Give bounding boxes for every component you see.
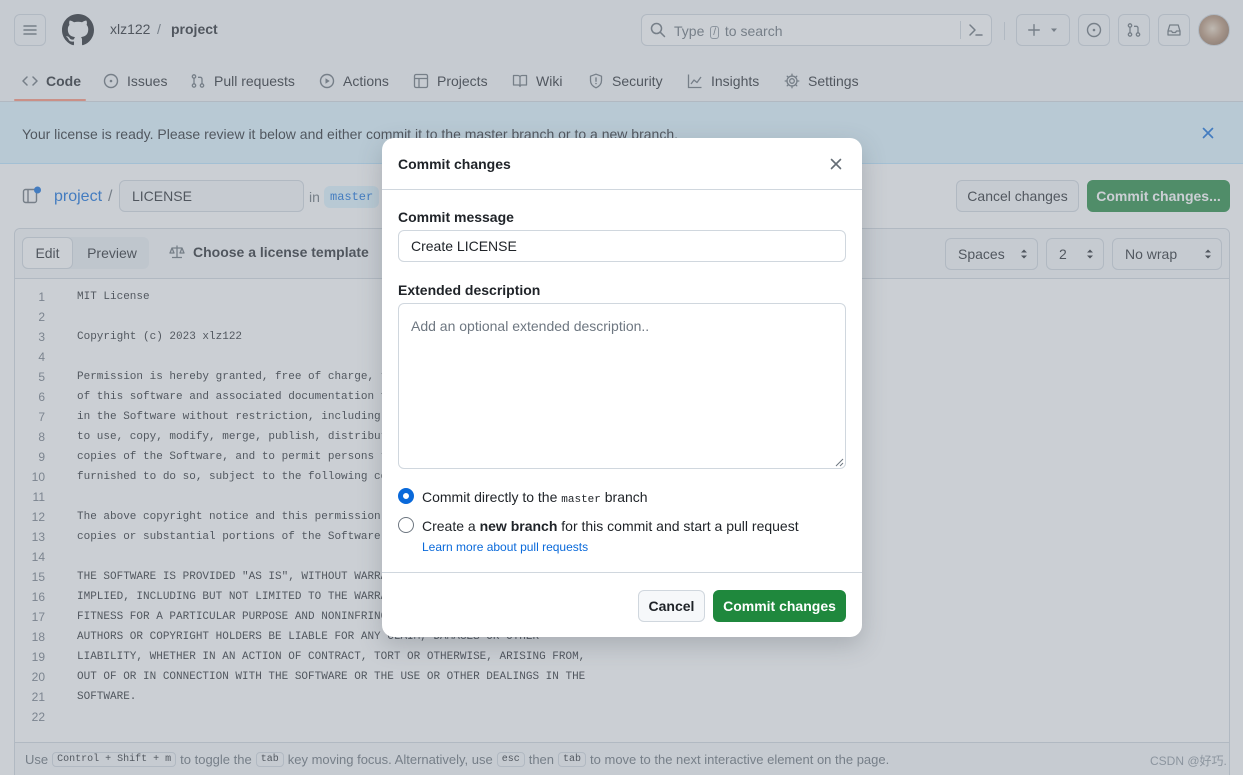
cancel-button[interactable]: Cancel xyxy=(638,590,705,622)
close-icon[interactable] xyxy=(828,156,844,172)
commit-changes-button[interactable]: Commit changes xyxy=(713,590,846,622)
learn-more-link[interactable]: Learn more about pull requests xyxy=(422,540,588,554)
extended-description-input[interactable] xyxy=(398,303,846,469)
dialog-footer: Cancel Commit changes xyxy=(382,572,862,637)
resize-handle-icon[interactable] xyxy=(835,458,844,467)
commit-dialog: Commit changes Commit message Extended d… xyxy=(382,138,862,637)
commit-directly-label[interactable]: Commit directly to the master branch xyxy=(422,489,648,506)
new-branch-label[interactable]: Create a new branch for this commit and … xyxy=(422,518,799,534)
commit-directly-radio[interactable] xyxy=(398,488,414,504)
dialog-title: Commit changes xyxy=(398,156,511,172)
new-branch-radio[interactable] xyxy=(398,517,414,533)
extended-description-label: Extended description xyxy=(398,282,541,298)
watermark: CSDN @好巧. xyxy=(1150,754,1227,768)
dialog-header: Commit changes xyxy=(382,138,862,190)
commit-message-input[interactable] xyxy=(398,230,846,262)
commit-message-label: Commit message xyxy=(398,209,514,225)
